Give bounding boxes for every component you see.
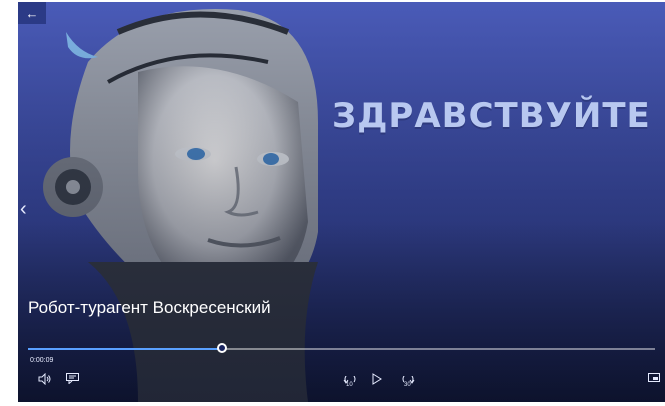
back-button[interactable]: ←: [18, 2, 46, 24]
miniview-icon: [648, 373, 660, 382]
seek-bar-thumb[interactable]: [217, 343, 228, 353]
skip-back-seconds: 10: [346, 382, 353, 388]
video-frame: [18, 2, 665, 402]
miniview-button[interactable]: [648, 373, 660, 382]
arrow-left-icon: ←: [25, 5, 39, 21]
seek-bar-progress: [28, 348, 223, 350]
skip-back-button[interactable]: 10: [342, 373, 358, 389]
chevron-left-icon: ‹: [20, 198, 27, 220]
video-headline: ЗДРАВСТВУЙТЕ: [332, 96, 651, 136]
play-icon: [372, 373, 382, 385]
time-elapsed: 0:00:09: [30, 357, 54, 364]
video-player[interactable]: ← ЗДРАВСТВУЙТЕ ‹ Робот-турагент Воскресе…: [18, 2, 665, 402]
volume-button[interactable]: [38, 373, 52, 385]
captions-button[interactable]: [66, 373, 79, 384]
play-button[interactable]: [372, 373, 382, 385]
skip-forward-seconds: 30: [404, 382, 411, 388]
previous-button[interactable]: ‹: [20, 198, 27, 221]
skip-forward-button[interactable]: 30: [400, 373, 416, 389]
volume-icon: [38, 373, 51, 385]
seek-bar[interactable]: [28, 343, 655, 353]
video-title: Робот-турагент Воскресенский: [28, 298, 271, 317]
captions-icon: [66, 373, 79, 384]
